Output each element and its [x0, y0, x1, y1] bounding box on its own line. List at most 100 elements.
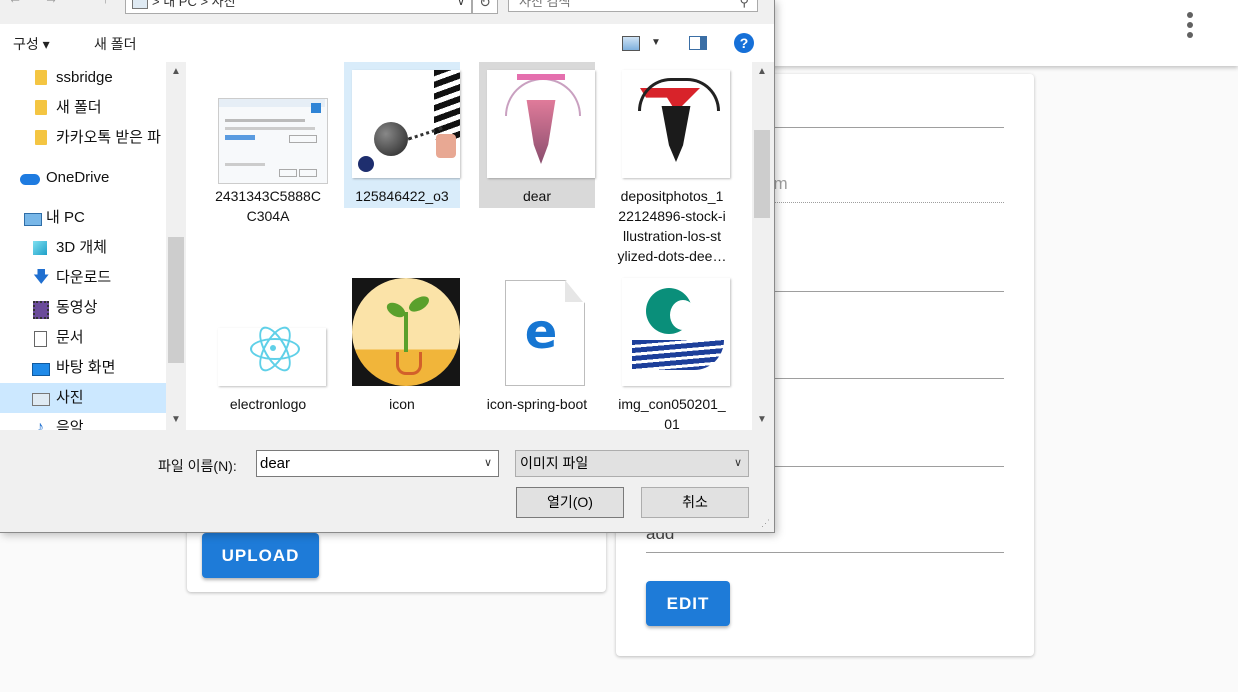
deer-illustration-thumbnail — [487, 70, 595, 178]
filename-value: dear — [260, 455, 291, 472]
file-name: icon-spring-boot — [486, 396, 588, 412]
pictures-icon — [132, 0, 148, 9]
sprout-icon-thumbnail — [352, 278, 460, 386]
file-grid: 2431343C5888C C304A 125846422_o3 dear de… — [186, 62, 752, 430]
file-grid-scrollbar[interactable]: ▲ ▼ — [752, 62, 772, 430]
file-name: 01 — [664, 416, 680, 430]
nav-item-this-pc[interactable]: 내 PC — [0, 203, 166, 233]
scroll-up-icon[interactable]: ▲ — [752, 66, 772, 77]
forward-arrow-icon[interactable]: → — [44, 0, 58, 6]
file-tile[interactable]: icon — [344, 270, 460, 430]
nav-item-label: 다운로드 — [56, 269, 112, 286]
folder-icon — [35, 130, 47, 145]
folder-icon — [35, 100, 47, 115]
pictures-icon — [32, 393, 50, 406]
file-tile[interactable]: img_con050201_ 01 — [614, 270, 730, 430]
3d-objects-icon — [33, 241, 47, 255]
nav-scrollbar[interactable]: ▲ ▼ — [166, 62, 186, 430]
screenshot-thumbnail — [218, 70, 328, 184]
help-icon[interactable]: ? — [734, 33, 754, 53]
chevron-down-icon[interactable]: ∨ — [457, 0, 465, 13]
file-tile[interactable]: 125846422_o3 — [344, 62, 460, 208]
nav-item-onedrive[interactable]: OneDrive — [0, 163, 166, 193]
chevron-down-icon[interactable]: ∨ — [734, 451, 742, 476]
file-tile-selected[interactable]: dear — [479, 62, 595, 208]
electron-logo-thumbnail — [218, 278, 326, 386]
file-tile[interactable]: depositphotos_1 22124896-stock-i llustra… — [614, 62, 730, 270]
ball-and-chain-thumbnail — [352, 70, 460, 178]
resize-grip-icon[interactable]: ⋰ — [761, 518, 770, 529]
nav-item-label: 카카오톡 받은 파 — [56, 129, 161, 146]
dialog-toolbar: 구성 ▾ 새 폴더 ▼ ? — [0, 24, 774, 62]
onedrive-icon — [20, 174, 40, 185]
preview-pane-icon[interactable] — [689, 36, 707, 50]
nav-item-label: 음악 — [56, 419, 84, 430]
cancel-button[interactable]: 취소 — [641, 487, 749, 518]
nav-item-label: 문서 — [56, 329, 84, 346]
filetype-select[interactable]: 이미지 파일 ∨ — [515, 450, 749, 477]
nav-item-label: OneDrive — [46, 169, 110, 186]
file-tile[interactable]: electronlogo — [210, 270, 326, 430]
view-chevron-icon[interactable]: ▼ — [651, 37, 661, 48]
scroll-thumb[interactable] — [754, 130, 770, 218]
address-field-underline — [646, 552, 1004, 553]
chevron-down-icon[interactable]: ∨ — [484, 451, 492, 476]
view-options-icon[interactable] — [622, 36, 640, 51]
file-name: ylized-dots-dee… — [617, 248, 727, 264]
up-arrow-icon[interactable]: ↑ — [102, 0, 109, 6]
new-folder-button[interactable]: 새 폴더 — [94, 34, 137, 54]
file-tile[interactable]: 2431343C5888C C304A — [210, 62, 328, 270]
filename-label: 파일 이름(N): — [158, 458, 237, 474]
nav-item-documents[interactable]: 문서 — [0, 323, 166, 353]
file-open-dialog: ← → ∨ ↑ > 내 PC > 사진 ∨ ↻ 사진 검색 ⚲ 구성 ▾ 새 폴… — [0, 0, 775, 533]
scroll-thumb[interactable] — [168, 237, 184, 363]
nav-item-label: 3D 개체 — [56, 239, 107, 256]
nav-item-3d-objects[interactable]: 3D 개체 — [0, 233, 166, 263]
nav-item-label: 동영상 — [56, 299, 98, 316]
nav-item-ssbridge[interactable]: ssbridge — [0, 63, 166, 93]
nav-item-new-folder[interactable]: 새 폴더 — [0, 93, 166, 123]
nav-item-label: 새 폴더 — [56, 99, 102, 116]
nav-item-desktop[interactable]: 바탕 화면 — [0, 353, 166, 383]
file-name: C304A — [246, 208, 290, 224]
open-button[interactable]: 열기(O) — [516, 487, 624, 518]
nav-item-pictures[interactable]: 사진 — [0, 383, 166, 413]
edge-file-icon-thumbnail: e — [487, 278, 595, 386]
search-input[interactable]: 사진 검색 ⚲ — [508, 0, 758, 12]
scroll-down-icon[interactable]: ▼ — [752, 414, 772, 425]
dialog-footer: 파일 이름(N): dear ∨ 이미지 파일 ∨ 열기(O) 취소 ⋰ — [0, 430, 774, 532]
nav-item-label: 사진 — [56, 389, 84, 406]
nav-item-kakaotalk[interactable]: 카카오톡 받은 파 — [0, 123, 166, 153]
edit-button[interactable]: EDIT — [646, 581, 730, 626]
address-path: > 내 PC > 사진 — [152, 0, 236, 9]
address-row: ← → ∨ ↑ > 내 PC > 사진 ∨ ↻ 사진 검색 ⚲ — [0, 0, 774, 14]
more-vert-icon[interactable] — [1180, 12, 1200, 44]
file-name: 125846422_o3 — [355, 188, 449, 204]
pc-icon — [24, 213, 42, 226]
nav-item-downloads[interactable]: 🡇 다운로드 — [0, 263, 166, 293]
navigation-pane: ssbridge 새 폴더 카카오톡 받은 파 OneDrive 내 PC 3D… — [0, 62, 166, 430]
nav-item-label: 바탕 화면 — [56, 359, 116, 376]
filename-input[interactable]: dear ∨ — [256, 450, 499, 477]
back-arrow-icon[interactable]: ← — [8, 0, 22, 6]
scroll-up-icon[interactable]: ▲ — [166, 66, 186, 77]
black-deer-thumbnail — [622, 70, 730, 178]
nav-item-videos[interactable]: 동영상 — [0, 293, 166, 323]
folder-icon — [35, 70, 47, 85]
address-bar[interactable]: > 내 PC > 사진 ∨ — [125, 0, 472, 14]
file-name: 22124896-stock-i — [618, 208, 726, 224]
documents-icon — [34, 331, 47, 347]
upload-button[interactable]: UPLOAD — [202, 533, 319, 578]
recent-chevron-icon[interactable]: ∨ — [80, 0, 87, 1]
desktop-icon — [32, 363, 50, 376]
nav-item-label: 내 PC — [46, 209, 85, 226]
organize-button[interactable]: 구성 ▾ — [13, 34, 50, 54]
search-icon: ⚲ — [739, 0, 749, 9]
scroll-down-icon[interactable]: ▼ — [166, 414, 186, 425]
nav-item-music[interactable]: ♪ 음악 — [0, 413, 166, 430]
refresh-icon[interactable]: ↻ — [472, 0, 498, 14]
downloads-icon: 🡇 — [33, 269, 50, 286]
file-name: 2431343C5888C — [215, 188, 321, 204]
file-tile[interactable]: e icon-spring-boot — [479, 270, 595, 430]
search-placeholder: 사진 검색 — [519, 0, 571, 9]
